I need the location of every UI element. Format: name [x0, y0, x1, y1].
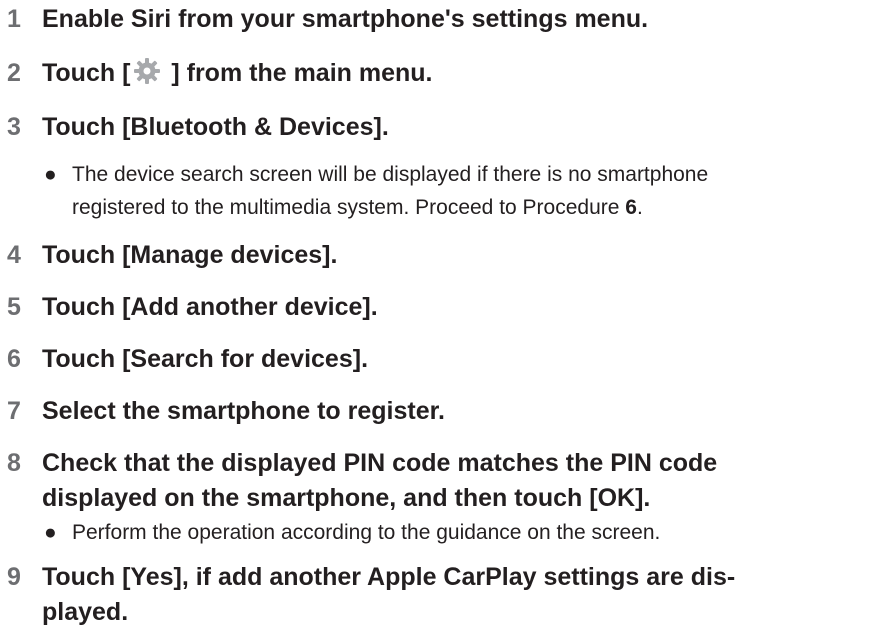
note-line-2: registered to the multimedia system. Pro… — [72, 196, 643, 219]
procedure-reference: 6 — [625, 196, 637, 219]
step-number: 3 — [7, 113, 21, 141]
step-text-line-1: Touch [Yes], if add another Apple CarPla… — [42, 563, 736, 591]
step-text-line-2: played. — [42, 598, 129, 626]
step-number: 4 — [7, 241, 21, 269]
step-number: 9 — [7, 563, 21, 591]
step-text: Enable Siri from your smartphone's setti… — [42, 5, 649, 33]
step-text: Touch [Yes], if add another Apple CarPla… — [42, 560, 735, 630]
note-line-2-end: . — [636, 196, 643, 219]
gear-icon — [133, 57, 161, 85]
bullet-icon: ● — [44, 521, 57, 544]
step-number: 7 — [7, 397, 21, 425]
step-text: Touch [Manage devices]. — [42, 241, 338, 269]
step-number: 8 — [7, 449, 21, 477]
step-text: Touch [Add another device]. — [42, 293, 378, 321]
step-text: Touch [ ] from the main menu. — [42, 56, 433, 91]
note-line-1: The device search screen will be display… — [72, 163, 709, 186]
step-text: Check that the displayed PIN code matche… — [42, 446, 717, 516]
step-text-line-1: Check that the displayed PIN code matche… — [42, 449, 718, 477]
step-text: Touch [Search for devices]. — [42, 345, 369, 373]
step-text: Touch [Bluetooth & Devices]. — [42, 113, 389, 141]
procedure-page: 1 Enable Siri from your smartphone's set… — [0, 0, 884, 626]
step-text-after: ] from the main menu. — [164, 59, 433, 87]
step-text-before: Touch [ — [42, 59, 131, 87]
step-number: 5 — [7, 293, 21, 321]
bullet-icon: ● — [44, 163, 57, 186]
step-number: 1 — [7, 5, 21, 33]
step-number: 6 — [7, 345, 21, 373]
note-text: Perform the operation according to the g… — [72, 521, 661, 544]
note-line-2-text: registered to the multimedia system. Pro… — [72, 196, 626, 219]
step-number: 2 — [7, 59, 21, 87]
step-text: Select the smartphone to register. — [42, 397, 445, 425]
step-text-line-2: displayed on the smartphone, and then to… — [42, 484, 651, 512]
note-text: The device search screen will be display… — [72, 158, 882, 224]
